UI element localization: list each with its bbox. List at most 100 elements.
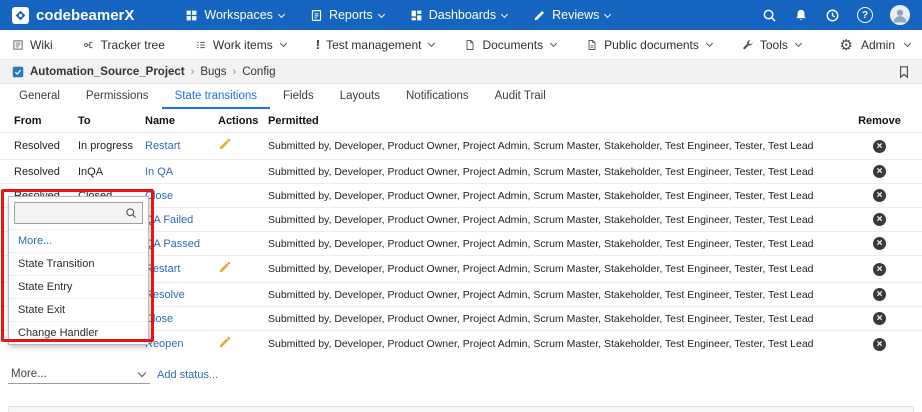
remove-transition-icon[interactable]: × xyxy=(873,312,886,325)
transition-remove-cell: × xyxy=(837,256,922,283)
workflow-diagram-section-header[interactable]: Workflow diagram xyxy=(8,406,914,412)
transition-name-link[interactable]: Close xyxy=(145,190,173,202)
work-items-icon xyxy=(195,39,207,51)
toolbar-item-tools[interactable]: Tools xyxy=(742,38,801,52)
app-logo[interactable]: codebeamerX xyxy=(12,7,134,24)
remove-transition-icon[interactable]: × xyxy=(873,140,886,153)
remove-transition-icon[interactable]: × xyxy=(873,338,886,351)
transition-permitted: Submitted by, Developer, Product Owner, … xyxy=(264,331,837,358)
transition-name-link[interactable]: Close xyxy=(145,313,173,325)
toolbar-item-work-items-label: Work items xyxy=(213,38,273,52)
dropdown-item-state-transition[interactable]: State Transition xyxy=(9,252,148,275)
public-documents-icon xyxy=(586,39,598,51)
dropdown-item-state-exit[interactable]: State Exit xyxy=(9,298,148,321)
dropdown-item-state-entry[interactable]: State Entry xyxy=(9,275,148,298)
transition-actions-cell xyxy=(214,307,264,331)
remove-transition-icon[interactable]: × xyxy=(873,288,886,301)
transition-permitted: Submitted by, Developer, Product Owner, … xyxy=(264,184,837,208)
tab-notifications[interactable]: Notifications xyxy=(393,84,482,109)
transition-actions-cell xyxy=(214,331,264,358)
bookmark-icon[interactable] xyxy=(898,65,910,79)
transition-remove-cell: × xyxy=(837,283,922,307)
transition-name-cell: Close xyxy=(141,307,214,331)
app-logo-text: codebeamerX xyxy=(36,7,134,24)
tab-permissions[interactable]: Permissions xyxy=(73,84,162,109)
toolbar-item-wiki-label: Wiki xyxy=(30,38,53,52)
chevron-down-icon xyxy=(550,40,557,47)
toolbar-item-wiki[interactable]: Wiki xyxy=(12,38,53,52)
transition-actions-cell xyxy=(214,283,264,307)
add-status-link[interactable]: Add status... xyxy=(157,369,218,381)
edit-pencil-icon[interactable] xyxy=(218,138,231,151)
transition-type-dropdown: More... State Transition State Entry Sta… xyxy=(8,196,149,345)
transition-permitted: Submitted by, Developer, Product Owner, … xyxy=(264,133,837,160)
header-to: To xyxy=(74,109,141,133)
remove-transition-icon[interactable]: × xyxy=(873,189,886,202)
chevron-down-icon xyxy=(138,369,146,377)
more-select-value: More... xyxy=(11,368,47,380)
tab-fields[interactable]: Fields xyxy=(270,84,327,109)
transition-actions-cell xyxy=(214,232,264,256)
transition-name-cell: Restart xyxy=(141,256,214,283)
remove-transition-icon[interactable]: × xyxy=(873,237,886,250)
transition-actions-cell xyxy=(214,133,264,160)
edit-pencil-icon[interactable] xyxy=(218,261,231,274)
transition-remove-cell: × xyxy=(837,184,922,208)
add-transition-row: More... Add status... xyxy=(0,357,922,391)
search-icon xyxy=(125,207,137,219)
edit-pencil-icon[interactable] xyxy=(218,336,231,349)
breadcrumb-project-label: Automation_Source_Project xyxy=(30,66,185,78)
tab-layouts[interactable]: Layouts xyxy=(327,84,393,109)
nav-reports[interactable]: Reports xyxy=(297,0,397,30)
tab-general[interactable]: General xyxy=(6,84,73,109)
page: codebeamerX Workspaces Reports Dashboard… xyxy=(0,0,922,412)
transition-name-link[interactable]: QA Failed xyxy=(145,214,193,226)
admin-menu[interactable]: ⚙ Admin xyxy=(840,36,910,54)
breadcrumb-project[interactable]: Automation_Source_Project xyxy=(12,66,185,78)
dropdown-item-more[interactable]: More... xyxy=(9,229,148,252)
nav-dashboards[interactable]: Dashboards xyxy=(397,0,520,30)
wiki-icon xyxy=(12,39,24,51)
header-remove: Remove xyxy=(837,109,922,133)
transition-name-cell: QA Passed xyxy=(141,232,214,256)
remove-transition-icon[interactable]: × xyxy=(873,165,886,178)
transition-name-link[interactable]: Resolve xyxy=(145,289,185,301)
dropdown-item-change-handler[interactable]: Change Handler xyxy=(9,321,148,344)
transition-name-link[interactable]: Restart xyxy=(145,140,180,152)
breadcrumb-separator: › xyxy=(233,66,237,78)
dropdown-search-input[interactable] xyxy=(20,207,125,219)
remove-transition-icon[interactable]: × xyxy=(873,263,886,276)
user-avatar[interactable] xyxy=(890,5,910,25)
remove-transition-icon[interactable]: × xyxy=(873,213,886,226)
transition-name-link[interactable]: Reopen xyxy=(145,338,184,350)
toolbar-item-test-management[interactable]: ! Test management xyxy=(316,37,435,52)
toolbar-item-work-items[interactable]: Work items xyxy=(195,38,286,52)
transition-name-link[interactable]: In QA xyxy=(145,166,173,178)
transition-name-link[interactable]: Restart xyxy=(145,263,180,275)
breadcrumb-tracker[interactable]: Bugs xyxy=(200,66,226,78)
toolbar-item-public-documents[interactable]: Public documents xyxy=(586,38,712,52)
transition-name-cell: Reopen xyxy=(141,331,214,358)
transition-name-cell: In QA xyxy=(141,160,214,184)
exclamation-icon: ! xyxy=(316,37,320,52)
chevron-down-icon xyxy=(501,10,508,17)
nav-reviews[interactable]: Reviews xyxy=(520,0,623,30)
reviews-pencil-icon xyxy=(533,9,546,22)
search-icon[interactable] xyxy=(762,8,777,23)
history-icon[interactable] xyxy=(825,8,840,23)
tab-audit-trail[interactable]: Audit Trail xyxy=(482,84,559,109)
transition-from: Resolved xyxy=(0,160,74,184)
nav-reports-label: Reports xyxy=(329,8,373,22)
nav-workspaces[interactable]: Workspaces xyxy=(172,0,297,30)
breadcrumb: Automation_Source_Project › Bugs › Confi… xyxy=(0,60,922,84)
toolbar-item-tracker-tree[interactable]: Tracker tree xyxy=(83,38,165,52)
transition-name-link[interactable]: QA Passed xyxy=(145,238,200,250)
tab-state-transitions[interactable]: State transitions xyxy=(162,84,270,109)
notifications-bell-icon[interactable] xyxy=(794,8,808,23)
help-icon[interactable]: ? xyxy=(857,7,873,23)
dropdown-search-box xyxy=(14,202,143,224)
breadcrumb-page: Config xyxy=(242,66,275,78)
toolbar-item-documents[interactable]: Documents xyxy=(464,38,556,52)
topbar: codebeamerX Workspaces Reports Dashboard… xyxy=(0,0,922,30)
more-select[interactable]: More... xyxy=(8,366,150,384)
